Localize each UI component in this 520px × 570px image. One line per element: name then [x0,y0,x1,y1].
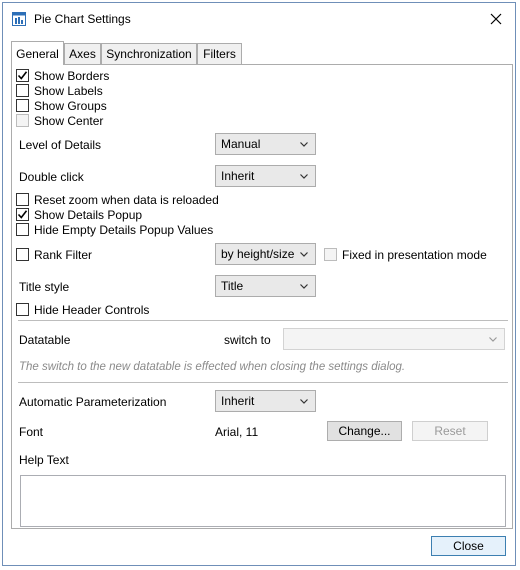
tab-axes[interactable]: Axes [64,43,101,64]
button-label: Change... [338,424,391,438]
hide-empty-details-label: Hide Empty Details Popup Values [34,223,214,237]
rank-filter-label: Rank Filter [34,248,93,262]
double-click-dropdown[interactable]: Inherit [215,165,316,187]
rank-filter-checkbox[interactable] [16,248,29,261]
tab-label: General [16,47,59,61]
font-value: Arial, 11 [215,425,259,439]
font-label: Font [19,425,44,439]
tab-label: Filters [203,47,236,61]
settings-dialog: Pie Chart Settings General Axes Synchron… [2,2,516,566]
chevron-down-icon [300,174,308,179]
tab-label: Synchronization [106,47,192,61]
chevron-down-icon [300,252,308,257]
double-click-label: Double click [19,170,84,184]
hide-empty-details-checkbox[interactable] [16,223,29,236]
chevron-down-icon [300,284,308,289]
help-text-input[interactable] [20,475,506,527]
show-details-popup-label: Show Details Popup [34,208,143,222]
divider [18,320,508,321]
reset-zoom-checkbox[interactable] [16,193,29,206]
checkmark-icon [17,71,28,80]
fixed-presentation-label: Fixed in presentation mode [342,248,487,262]
dropdown-value: Title [221,279,244,293]
dropdown-value: Manual [221,137,261,151]
datatable-note: The switch to the new datatable is effec… [19,361,406,373]
title-style-dropdown[interactable]: Title [215,275,316,297]
show-labels-checkbox[interactable] [16,84,29,97]
show-labels-label: Show Labels [34,84,103,98]
change-font-button[interactable]: Change... [327,421,402,441]
fixed-presentation-checkbox[interactable] [324,248,337,261]
tab-general[interactable]: General [11,41,64,65]
show-groups-checkbox[interactable] [16,99,29,112]
general-tab-panel: Show Borders Show Labels Show Groups Sho… [11,64,513,529]
button-label: Reset [434,424,466,438]
checkmark-icon [17,210,28,219]
chart-settings-icon [12,12,26,29]
tab-label: Axes [69,47,96,61]
auto-parameterization-dropdown[interactable]: Inherit [215,390,316,412]
show-details-popup-checkbox[interactable] [16,208,29,221]
show-center-label: Show Center [34,114,104,128]
rank-filter-dropdown[interactable]: by height/size [215,243,316,265]
show-groups-label: Show Groups [34,99,107,113]
divider [18,382,508,383]
help-text-label: Help Text [19,453,69,467]
chevron-down-icon [489,337,497,342]
switch-to-label: switch to [224,333,271,347]
show-borders-label: Show Borders [34,69,110,83]
reset-zoom-label: Reset zoom when data is reloaded [34,193,219,207]
dropdown-value: by height/size [221,247,295,261]
level-of-details-label: Level of Details [19,138,102,152]
show-borders-checkbox[interactable] [16,69,29,82]
chevron-down-icon [300,399,308,404]
dropdown-value: Inherit [221,169,255,183]
reset-font-button[interactable]: Reset [412,421,488,441]
hide-header-controls-checkbox[interactable] [16,303,29,316]
tab-filters[interactable]: Filters [197,43,242,64]
button-label: Close [453,539,484,553]
dropdown-value: Inherit [221,394,255,408]
title-style-label: Title style [19,280,70,294]
hide-header-controls-label: Hide Header Controls [34,303,150,317]
tab-synchronization[interactable]: Synchronization [101,43,197,64]
auto-parameterization-label: Automatic Parameterization [19,395,167,409]
close-button[interactable]: Close [431,536,506,556]
level-of-details-dropdown[interactable]: Manual [215,133,316,155]
close-icon[interactable] [483,7,509,31]
datatable-label: Datatable [19,333,71,347]
switch-to-dropdown[interactable] [283,328,505,350]
title-bar: Pie Chart Settings [3,3,515,35]
window-title: Pie Chart Settings [34,12,131,26]
show-center-checkbox[interactable] [16,114,29,127]
chevron-down-icon [300,142,308,147]
